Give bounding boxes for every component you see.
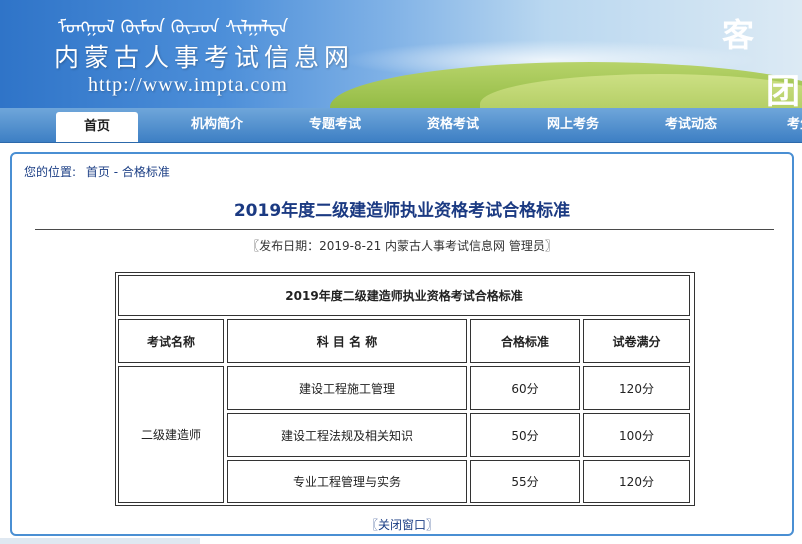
nav-item-exam-news[interactable]: 考试动态 xyxy=(650,108,732,142)
nav-item-home[interactable]: 首页 xyxy=(56,112,138,142)
breadcrumb-current-link[interactable]: 合格标准 xyxy=(122,165,170,179)
content-panel: 您的位置: 首页 - 合格标准 2019年度二级建造师执业资格考试合格标准 〖发… xyxy=(10,152,794,536)
site-title: 内蒙古人事考试信息网 xyxy=(54,43,355,72)
site-banner: ᠮᠣᠩᠭᠣᠯ ᠬᠦᠮᠦᠨ ᠬᠦᠴᠦᠨ ᠰᠢᠯᠭᠠᠯᠲᠠ 内蒙古人事考试信息网 h… xyxy=(0,0,802,108)
publish-info: 〖发布日期：2019-8-21 内蒙古人事考试信息网 管理员〗 xyxy=(247,239,557,253)
nav-item-candidates[interactable]: 考生 xyxy=(770,108,802,142)
title-divider xyxy=(35,229,774,230)
breadcrumb-prefix: 您的位置: xyxy=(24,165,77,179)
article-title: 2019年度二级建造师执业资格考试合格标准 xyxy=(233,201,571,221)
table-cell-subject: 专业工程管理与实务 xyxy=(227,460,467,503)
site-url: http://www.impta.com xyxy=(88,74,288,96)
mongolian-script-title: ᠮᠣᠩᠭᠣᠯ ᠬᠦᠮᠦᠨ ᠬᠦᠴᠦᠨ ᠰᠢᠯᠭᠠᠯᠲᠠ xyxy=(58,17,289,38)
breadcrumb-home-link[interactable]: 首页 xyxy=(86,165,110,179)
close-window-link[interactable]: 〖关闭窗口〗 xyxy=(12,516,792,533)
table-cell-pass: 60分 xyxy=(470,366,580,410)
breadcrumb-separator: - xyxy=(113,165,119,179)
table-cell-subject: 建设工程法规及相关知识 xyxy=(227,413,467,457)
table-header-pass-standard: 合格标准 xyxy=(470,319,580,363)
nav-item-qualification-exams[interactable]: 资格考试 xyxy=(412,108,494,142)
table-caption: 2019年度二级建造师执业资格考试合格标准 xyxy=(118,275,690,316)
banner-corner-text: 客 xyxy=(722,16,755,54)
table-cell-exam-name: 二级建造师 xyxy=(118,366,224,503)
table-header-exam-name: 考试名称 xyxy=(118,319,224,363)
table-header-full-score: 试卷满分 xyxy=(583,319,690,363)
banner-corner-text-2: 团 xyxy=(766,72,800,108)
table-cell-full: 120分 xyxy=(583,460,690,503)
table-cell-pass: 55分 xyxy=(470,460,580,503)
nav-item-online-affairs[interactable]: 网上考务 xyxy=(532,108,614,142)
table-cell-subject: 建设工程施工管理 xyxy=(227,366,467,410)
table-cell-full: 120分 xyxy=(583,366,690,410)
table-header-subject: 科 目 名 称 xyxy=(227,319,467,363)
page-bottom-strip xyxy=(0,538,200,544)
table-cell-full: 100分 xyxy=(583,413,690,457)
standards-table: 2019年度二级建造师执业资格考试合格标准 考试名称 科 目 名 称 合格标准 … xyxy=(115,272,695,506)
nav-item-about[interactable]: 机构简介 xyxy=(176,108,258,142)
main-nav: 首页 机构简介 专题考试 资格考试 网上考务 考试动态 考生 xyxy=(0,108,802,143)
breadcrumb: 您的位置: 首页 - 合格标准 xyxy=(24,163,170,180)
nav-item-special-exams[interactable]: 专题考试 xyxy=(294,108,376,142)
table-cell-pass: 50分 xyxy=(470,413,580,457)
